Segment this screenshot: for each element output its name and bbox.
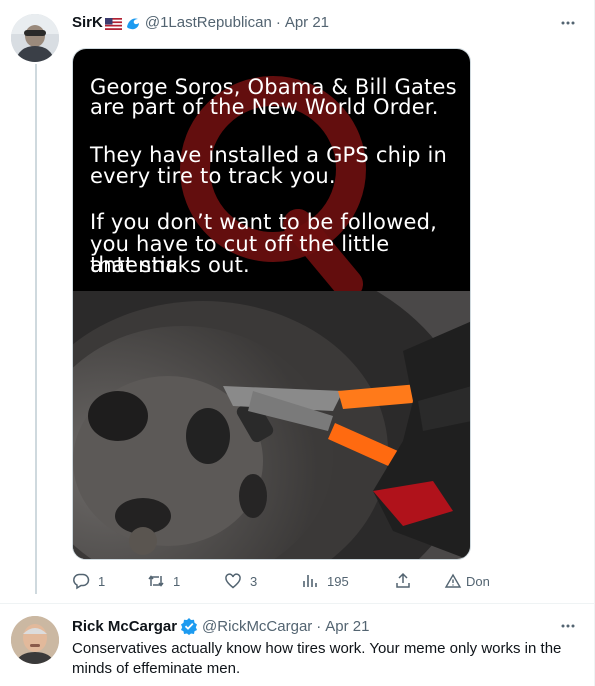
reply-header: Rick McCargar @RickMcCargar · Apr 21 [72, 617, 370, 635]
share-icon [396, 572, 410, 588]
donate-label: Don [466, 573, 490, 589]
wave-icon [125, 15, 141, 31]
user-handle[interactable]: @1LastRepublican [145, 14, 272, 31]
retweet-icon [148, 575, 164, 587]
reply-count: 1 [98, 573, 106, 589]
views-button[interactable]: 195 [301, 572, 349, 590]
more-icon[interactable] [558, 13, 578, 33]
tweet-date[interactable]: Apr 21 [325, 618, 369, 635]
user-handle[interactable]: @RickMcCargar [202, 618, 312, 635]
tire-photo [73, 251, 470, 559]
separator-dot: · [316, 617, 322, 635]
share-button[interactable] [394, 572, 412, 590]
meme-line-7: that sticks out. [90, 253, 250, 277]
retweet-button[interactable]: 1 [147, 572, 180, 590]
like-button[interactable]: 3 [224, 572, 257, 590]
avatar-rick[interactable] [11, 616, 59, 664]
display-name[interactable]: SirK [72, 14, 103, 31]
meme-line-3: They have installed a GPS chip in [90, 143, 448, 167]
tweet-date[interactable]: Apr 21 [285, 14, 329, 31]
donate-button[interactable]: Don [444, 572, 490, 590]
more-icon[interactable] [558, 616, 578, 636]
heart-icon [225, 573, 241, 589]
tweet-text: Conservatives actually know how tires wo… [72, 640, 562, 677]
meme-line-4: every tire to track you. [90, 164, 336, 188]
reply-icon [73, 573, 90, 590]
tweet-divider [0, 603, 595, 604]
meme-caption-panel: George Soros, Obama & Bill Gates are par… [73, 49, 470, 291]
tweet-media-image[interactable]: George Soros, Obama & Bill Gates are par… [72, 48, 471, 560]
view-count: 195 [327, 573, 349, 589]
reply-button[interactable]: 1 [72, 572, 105, 590]
separator-dot: · [275, 14, 281, 31]
meme-line-2: are part of the New World Order. [90, 95, 439, 119]
warning-icon [444, 573, 462, 588]
retweet-count: 1 [173, 573, 181, 589]
display-name[interactable]: Rick McCargar [72, 618, 177, 635]
thread-connector-line [35, 64, 37, 594]
us-flag-icon [104, 17, 122, 30]
meme-line-5: If you don’t want to be followed, [90, 210, 437, 234]
tweet-header: SirK @1LastRepublican · Apr 21 [72, 14, 329, 31]
like-count: 3 [250, 573, 258, 589]
avatar-sirk[interactable] [11, 14, 59, 62]
views-icon [303, 575, 317, 587]
verified-badge-icon [180, 617, 198, 635]
tweet-action-bar: 1 1 3 195 Don [72, 572, 492, 592]
